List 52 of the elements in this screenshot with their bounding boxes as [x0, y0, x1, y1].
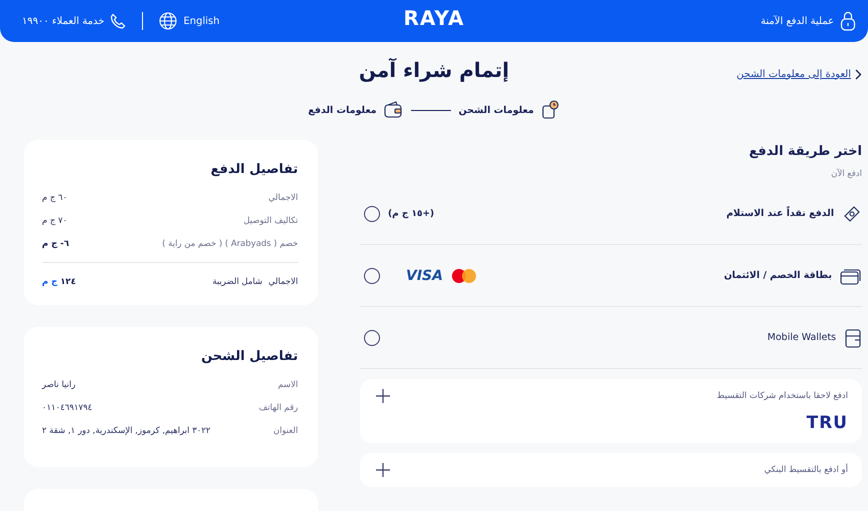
tax-note: شامل الضريبة [212, 277, 262, 287]
radio-button[interactable] [364, 268, 380, 284]
detail-value: رانيا ناصر [42, 380, 76, 390]
total-label: الاجمالي [268, 277, 298, 287]
detail-value: ٦٠ ج م [42, 193, 68, 203]
detail-label: رقم الهاتف [258, 403, 298, 413]
card-title: تفاصيل الشحن [200, 349, 298, 364]
language-link[interactable]: English [159, 12, 220, 30]
radio-button[interactable] [364, 206, 380, 222]
step-label: معلومات الشحن [458, 104, 534, 116]
payment-method-label[interactable]: Mobile Wallets [388, 332, 836, 343]
installment-label: أو ادفع بالتقسيط البنكي [764, 465, 848, 475]
detail-label: العنوان [273, 426, 298, 436]
plus-icon[interactable] [376, 463, 390, 477]
card-network-icon [450, 268, 477, 284]
detail-label: تكاليف التوصيل [244, 216, 298, 226]
logo[interactable]: RAYA [404, 6, 464, 30]
payment-method-label[interactable]: الدفع نقداً عند الاستلام [442, 208, 834, 219]
installment-label: ادفع لاحقا باستخدام شركات التقسيط [716, 391, 848, 401]
section-subheading: ادفع الآن [830, 169, 862, 179]
package-clock-icon [540, 100, 560, 120]
customer-service-link[interactable]: خدمة العملاء ١٩٩٠٠ [22, 13, 126, 29]
payment-method-label[interactable]: بطاقة الخصم / الائتمان [484, 270, 832, 281]
card-title: تفاصيل الدفع [210, 162, 298, 177]
currency-label: ج م [42, 277, 58, 287]
radio-button[interactable] [364, 330, 380, 346]
installment-card[interactable]: أو ادفع بالتقسيط البنكي [360, 453, 862, 487]
detail-value: ٧٠ ج م [42, 216, 68, 226]
detail-value: ٣٠٢٢ ابراهيم, كرموز, الإسكندرية, دور ١, شقة ٢ [42, 426, 210, 436]
visa-logo: VISA [406, 268, 443, 284]
lock-icon [840, 11, 856, 31]
secure-checkout-label: عملية الدفع الآمنة [760, 16, 834, 26]
plus-icon[interactable] [376, 389, 390, 403]
detail-value: ٠١١٠٤٦٩١٧٩٤ [42, 403, 92, 413]
detail-value: ٦- ج م [42, 239, 70, 249]
credit-card-icon [840, 266, 862, 284]
back-link[interactable]: العودة إلى معلومات الشحن [736, 68, 862, 80]
phone-icon [110, 13, 126, 29]
banknote-icon [842, 204, 862, 224]
wallet-icon [844, 328, 862, 348]
page-title: إتمام شراء آمن [358, 58, 510, 82]
globe-icon [159, 12, 178, 30]
detail-label: خصم ( Arabyads ) ( خصم من راية ) [162, 239, 298, 249]
step-label: معلومات الدفع [308, 104, 377, 116]
chevron-icon [855, 68, 862, 80]
provider-logo: TRU [806, 413, 848, 433]
section-heading: اختر طريقة الدفع [748, 144, 862, 159]
detail-label: الاسم [278, 380, 298, 390]
wallet-icon [382, 101, 403, 119]
detail-label: الاجمالي [268, 193, 298, 203]
total-amount: ١٢٤ [60, 277, 76, 287]
fee-label: (+١٥ ج م) [388, 208, 434, 218]
